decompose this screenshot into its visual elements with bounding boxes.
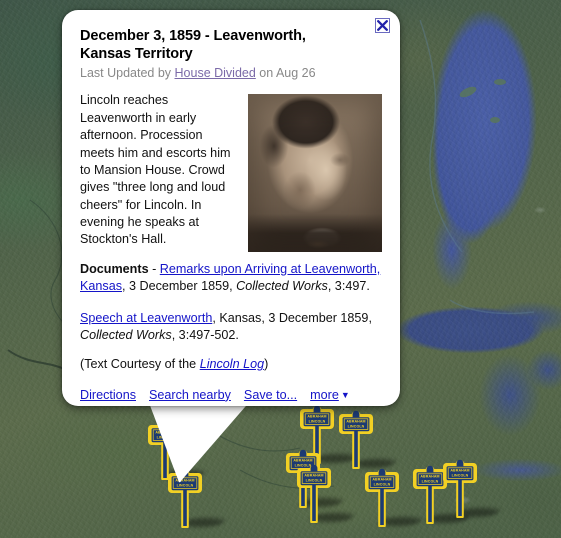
map-marker[interactable]: ABRAHAM LINCOLN [365, 465, 425, 527]
marker-sign-text: ABRAHAM [346, 420, 365, 424]
marker-sign-text: ABRAHAM [155, 431, 174, 435]
document-pages-2: , 3:497-502. [171, 327, 239, 342]
info-window-body: December 3, 1859 - Leavenworth, Kansas T… [62, 10, 400, 406]
marker-sign-text: ABRAHAM [450, 469, 469, 473]
marker-sign-text: ABRAHAM [420, 475, 439, 479]
marker-sign-text: ABRAHAM [304, 474, 323, 478]
courtesy-suffix: ) [264, 357, 269, 372]
marker-sign-text: LINCOLN [309, 419, 326, 423]
house-divided-link[interactable]: House Divided [175, 66, 256, 80]
marker-sign-text: LINCOLN [422, 479, 439, 483]
marker-sign-text: ABRAHAM [175, 479, 194, 483]
lincoln-signpost-marker[interactable]: ABRAHAMLINCOLN [297, 461, 331, 523]
marker-sign-text: LINCOLN [348, 424, 365, 428]
lincoln-signpost-marker[interactable]: ABRAHAMLINCOLN [365, 465, 399, 527]
map-marker[interactable]: ABRAHAM LINCOLN [339, 407, 399, 469]
directions-link[interactable]: Directions [80, 388, 136, 402]
close-icon[interactable] [375, 18, 390, 33]
documents-label: Documents [80, 261, 149, 276]
document-pages-1: , 3:497. [327, 279, 370, 294]
marker-sign-text: LINCOLN [374, 482, 391, 486]
marker-sign-text: LINCOLN [157, 435, 174, 439]
document-date-2: , Kansas, 3 December 1859, [212, 310, 372, 325]
lincoln-log-link[interactable]: Lincoln Log [200, 357, 264, 371]
lincoln-portrait-image [248, 94, 382, 253]
map-canvas[interactable]: ABRAHAM LINCOLN ABRAHAM LINCOLN ABRAHAM LINCO… [0, 0, 561, 538]
marker-sign-text: LINCOLN [177, 483, 194, 487]
map-marker[interactable]: ABRAHAM LINCOLN [297, 461, 357, 523]
more-link[interactable]: more [310, 388, 339, 402]
action-links-row: Directions Search nearby Save to... more ▼ [80, 387, 382, 403]
marker-sign-text: LINCOLN [452, 473, 469, 477]
chevron-down-icon[interactable]: ▼ [341, 390, 350, 400]
document-entry-1: Documents - Remarks upon Arriving at Lea… [80, 261, 382, 296]
map-marker[interactable]: ABRAHAM LINCOLN [443, 456, 503, 518]
document-source-2: Collected Works [80, 327, 172, 342]
document-link-2[interactable]: Speech at Leavenworth [80, 311, 212, 325]
courtesy-prefix: (Text Courtesy of the [80, 357, 200, 372]
marker-sign-text: LINCOLN [306, 478, 323, 482]
lincoln-signpost-marker[interactable]: ABRAHAMLINCOLN [443, 456, 477, 518]
document-date-1: , 3 December 1859, [122, 279, 237, 294]
marker-sign-text: ABRAHAM [372, 478, 391, 482]
document-entry-2: Speech at Leavenworth, Kansas, 3 Decembe… [80, 308, 382, 345]
search-nearby-link[interactable]: Search nearby [149, 388, 231, 402]
map-marker[interactable]: ABRAHAM LINCOLN [168, 466, 228, 528]
last-updated-line: Last Updated by House Divided on Aug 26 [80, 66, 382, 81]
lincoln-signpost-marker[interactable]: ABRAHAMLINCOLN [413, 462, 447, 524]
map-marker[interactable]: ABRAHAM LINCOLN [413, 462, 473, 524]
save-to-link[interactable]: Save to... [244, 388, 297, 402]
document-source-1: Collected Works [236, 279, 328, 294]
documents-separator: - [148, 261, 160, 276]
page-title: December 3, 1859 - Leavenworth, Kansas T… [80, 28, 306, 62]
marker-sign-text: ABRAHAM [307, 415, 326, 419]
info-window[interactable]: December 3, 1859 - Leavenworth, Kansas T… [62, 10, 400, 406]
lincoln-signpost-marker[interactable]: ABRAHAMLINCOLN [168, 466, 202, 528]
lincoln-signpost-marker[interactable]: ABRAHAMLINCOLN [339, 407, 373, 469]
text-courtesy-line: (Text Courtesy of the Lincoln Log) [80, 356, 382, 373]
last-updated-suffix: on Aug 26 [255, 66, 316, 81]
last-updated-prefix: Last Updated by [80, 66, 175, 81]
